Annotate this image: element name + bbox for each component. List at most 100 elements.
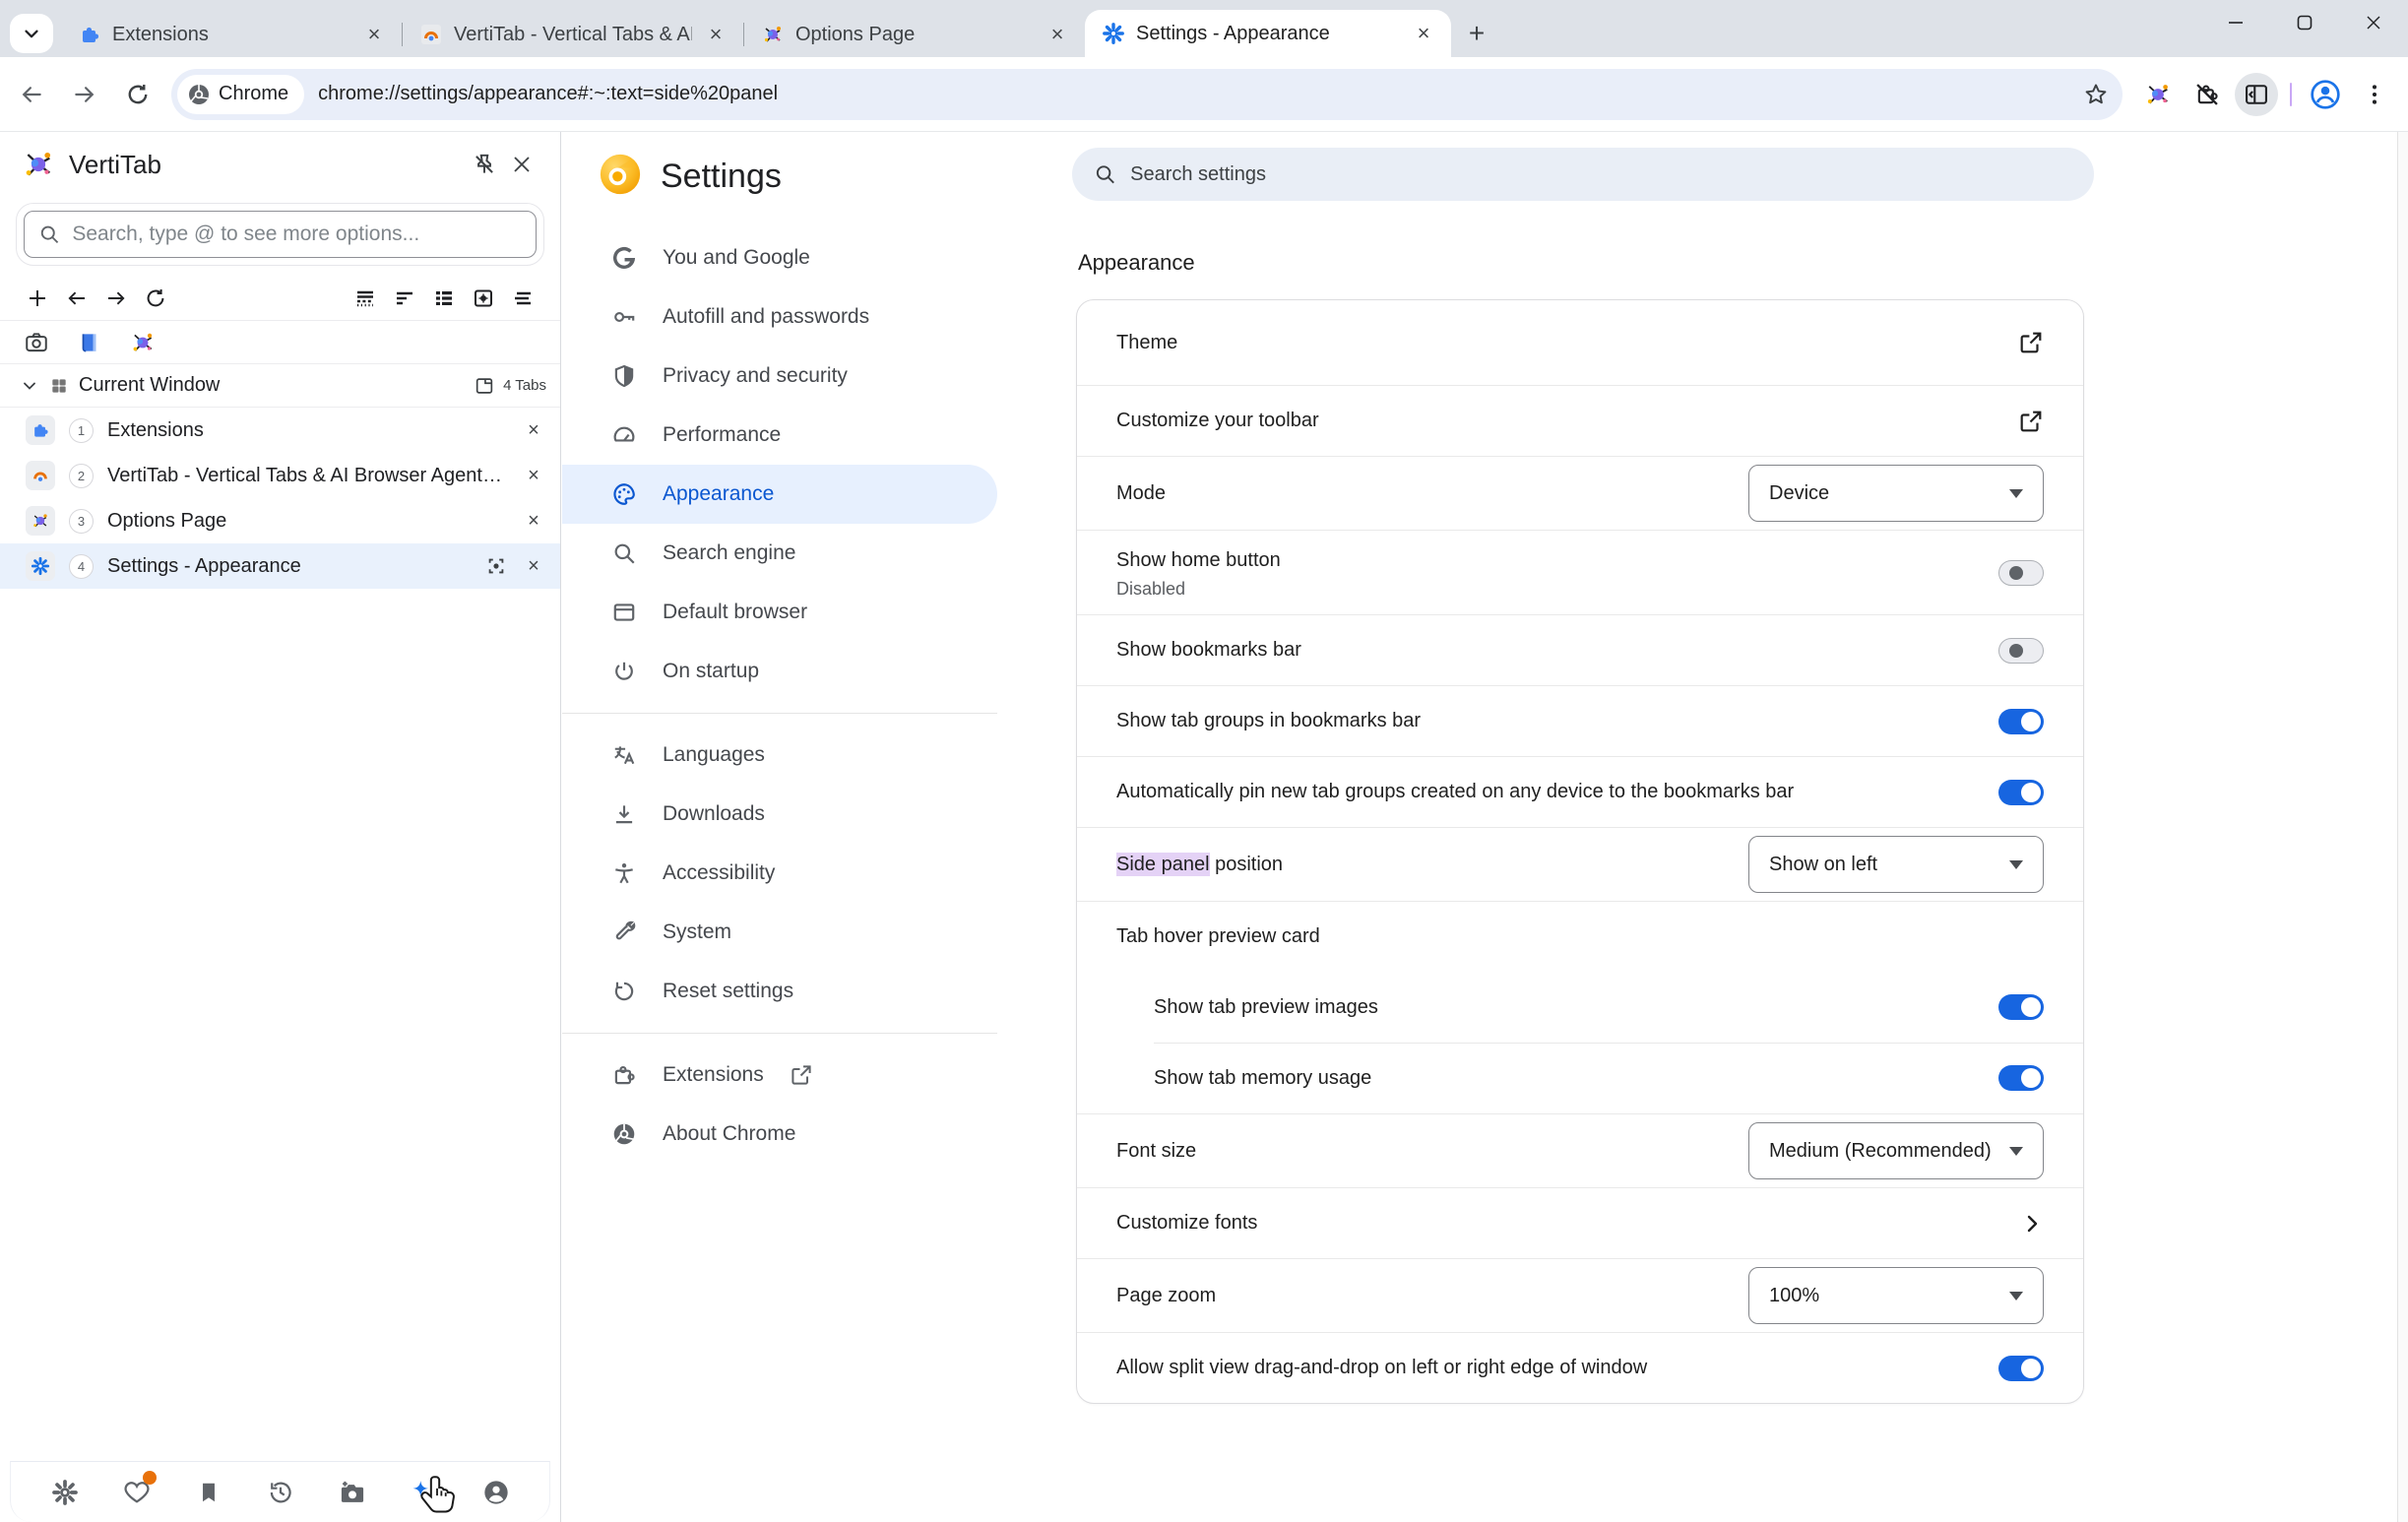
tab-close-icon[interactable]: × [702, 21, 729, 48]
close-tab-icon[interactable]: × [521, 510, 546, 533]
settings-search-bar[interactable] [1072, 148, 2094, 201]
nav-item-on-startup[interactable]: On startup [562, 642, 997, 701]
notebook-button[interactable] [77, 330, 102, 355]
tab-vertitab-store[interactable]: VertiTab - Vertical Tabs & AI Browser Ag… [403, 12, 743, 57]
close-tab-icon[interactable]: × [521, 465, 546, 487]
history-icon [267, 1479, 294, 1506]
capture-button[interactable] [333, 1473, 372, 1512]
nav-item-accessibility[interactable]: Accessibility [562, 844, 997, 903]
open-customize-toolbar-button[interactable] [2018, 409, 2044, 434]
vertitab-actions-button[interactable] [130, 330, 156, 355]
close-tab-icon[interactable]: × [521, 419, 546, 442]
favorites-button[interactable] [117, 1473, 157, 1512]
page-scrollbar[interactable] [2397, 132, 2408, 1522]
nav-item-appearance[interactable]: Appearance [562, 465, 997, 524]
panel-tab-settings[interactable]: 4 Settings - Appearance × [0, 543, 560, 589]
browser-menu-button[interactable] [2353, 73, 2396, 116]
panel-search-input[interactable] [72, 222, 522, 246]
account-button[interactable] [476, 1473, 516, 1512]
back-button[interactable] [10, 73, 53, 116]
split-view-toggle[interactable] [1998, 1356, 2044, 1381]
account-person-icon [482, 1479, 510, 1506]
panel-back-button[interactable] [57, 281, 96, 316]
chevron-down-icon[interactable] [20, 376, 39, 396]
nav-item-performance[interactable]: Performance [562, 406, 997, 465]
side-panel-position-select[interactable]: Show on left [1748, 836, 2044, 893]
forward-button[interactable] [63, 73, 106, 116]
panel-settings-button[interactable] [45, 1473, 85, 1512]
bookmark-star-button[interactable] [2083, 82, 2109, 107]
nav-item-autofill[interactable]: Autofill and passwords [562, 287, 997, 347]
tab-close-icon[interactable]: × [1044, 21, 1071, 48]
tab-memory-usage-toggle[interactable] [1998, 1065, 2044, 1091]
tab-preview-images-toggle[interactable] [1998, 994, 2044, 1020]
new-tab-button[interactable]: + [1457, 14, 1496, 53]
panel-tab-vertitab-store[interactable]: 2 VertiTab - Vertical Tabs & AI Browser … [0, 453, 560, 498]
panel-search-box[interactable] [24, 211, 537, 258]
nav-item-privacy[interactable]: Privacy and security [562, 347, 997, 406]
current-window-row[interactable]: Current Window 4 Tabs [0, 364, 560, 408]
nav-item-you-and-google[interactable]: You and Google [562, 228, 997, 287]
settings-search-input[interactable] [1130, 163, 2072, 186]
ai-assistant-button[interactable] [405, 1473, 444, 1512]
panel-tab-options-page[interactable]: 3 Options Page × [0, 498, 560, 543]
tab-search-button[interactable] [10, 14, 53, 53]
panel-tab-extensions[interactable]: 1 Extensions × [0, 408, 560, 453]
compact-rows-button[interactable] [346, 281, 385, 316]
nav-item-default-browser[interactable]: Default browser [562, 583, 997, 642]
extensions-menu-button[interactable] [2186, 73, 2229, 116]
show-home-button-toggle[interactable] [1998, 560, 2044, 586]
maximize-button[interactable] [2270, 0, 2339, 45]
close-panel-button[interactable] [503, 146, 540, 183]
list-view-button[interactable] [424, 281, 464, 316]
close-tab-icon[interactable]: × [521, 555, 546, 578]
close-icon [2364, 13, 2383, 32]
boxed-theme-button[interactable] [464, 281, 503, 316]
unpin-panel-button[interactable] [466, 146, 503, 183]
font-size-select[interactable]: Medium (Recommended) [1748, 1122, 2044, 1179]
nav-item-about-chrome[interactable]: About Chrome [562, 1105, 997, 1164]
nav-item-extensions[interactable]: Extensions [562, 1046, 997, 1105]
home-button-state: Disabled [1116, 579, 1281, 600]
show-tab-groups-toggle[interactable] [1998, 709, 2044, 734]
minimize-button[interactable] [2201, 0, 2270, 45]
row-customize-toolbar[interactable]: Customize your toolbar [1077, 385, 2083, 456]
bookmarks-button[interactable] [189, 1473, 228, 1512]
panel-forward-button[interactable] [96, 281, 136, 316]
tab-settings-appearance[interactable]: Settings - Appearance × [1085, 10, 1451, 57]
nav-item-system[interactable]: System [562, 903, 997, 962]
mode-select[interactable]: Device [1748, 465, 2044, 522]
show-bookmarks-bar-toggle[interactable] [1998, 638, 2044, 664]
panel-reload-button[interactable] [136, 281, 175, 316]
window-controls [2201, 0, 2408, 45]
close-window-button[interactable] [2339, 0, 2408, 45]
row-customize-fonts[interactable]: Customize fonts [1077, 1187, 2083, 1258]
sort-rows-button[interactable] [385, 281, 424, 316]
external-link-icon [2018, 330, 2044, 355]
address-bar[interactable]: Chrome chrome://settings/appearance#:~:t… [171, 69, 2123, 120]
auto-pin-tab-groups-toggle[interactable] [1998, 780, 2044, 805]
tab-close-icon[interactable]: × [1410, 20, 1437, 47]
nav-item-reset[interactable]: Reset settings [562, 962, 997, 1021]
focus-tab-button[interactable] [485, 555, 507, 577]
screenshot-button[interactable] [24, 330, 49, 355]
nav-item-downloads[interactable]: Downloads [562, 785, 997, 844]
history-button[interactable] [261, 1473, 300, 1512]
page-zoom-select[interactable]: 100% [1748, 1267, 2044, 1324]
site-chip[interactable]: Chrome [177, 75, 304, 114]
reload-button[interactable] [116, 73, 159, 116]
nav-item-search-engine[interactable]: Search engine [562, 524, 997, 583]
align-rows-button[interactable] [503, 281, 542, 316]
vertitab-extension-button[interactable] [2136, 73, 2180, 116]
tab-extensions[interactable]: Extensions × [61, 12, 402, 57]
tab-options-page[interactable]: Options Page × [744, 12, 1085, 57]
tab-close-icon[interactable]: × [360, 21, 388, 48]
new-tab-button[interactable] [18, 281, 57, 316]
open-theme-button[interactable] [2018, 330, 2044, 355]
profile-button[interactable] [2304, 73, 2347, 116]
settings-gear-icon [51, 1479, 79, 1506]
row-allow-split-view: Allow split view drag-and-drop on left o… [1077, 1332, 2083, 1403]
nav-item-languages[interactable]: Languages [562, 726, 997, 785]
row-theme[interactable]: Theme [1077, 300, 2083, 385]
side-panel-button[interactable] [2235, 73, 2278, 116]
